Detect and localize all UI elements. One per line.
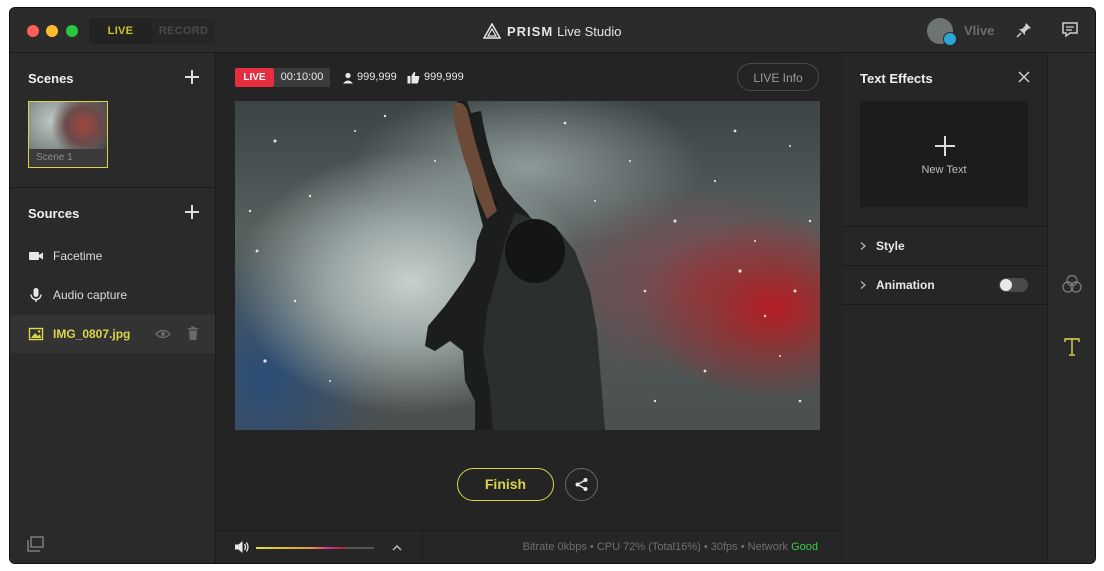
text-effects-title: Text Effects <box>860 71 933 86</box>
stream-stats: Bitrate 0kbps • CPU 72% (Total16%) • 30f… <box>523 541 818 553</box>
source-item-audio-capture[interactable]: Audio capture <box>10 276 215 314</box>
new-text-label: New Text <box>921 164 967 176</box>
volume-slider[interactable] <box>256 547 374 549</box>
separator: • <box>589 541 594 553</box>
tool-rail <box>1047 53 1095 563</box>
scenes-title: Scenes <box>28 71 74 86</box>
trash-icon[interactable] <box>187 326 199 341</box>
chevron-right-icon <box>860 242 866 250</box>
app-name: Live Studio <box>557 23 622 39</box>
minimize-window-button[interactable] <box>46 25 58 37</box>
image-icon <box>28 327 44 341</box>
separator: • <box>740 541 745 553</box>
viewer-count: 999,999 <box>357 71 397 83</box>
fps-stat: 30fps <box>710 541 738 553</box>
record-mode-tab[interactable]: RECORD <box>152 18 215 44</box>
live-preview-image <box>235 101 820 430</box>
app-window: LIVE RECORD PRISM Live Studio Vlive Scen… <box>10 8 1095 563</box>
close-icon[interactable] <box>1018 71 1030 83</box>
add-scene-button[interactable] <box>185 70 199 84</box>
multiview-icon[interactable] <box>27 536 44 552</box>
live-badge: LIVE <box>235 68 274 87</box>
cpu-stat: CPU 72% (Total16%) <box>596 541 701 553</box>
preview-area: LIVE 00:10:00 999,999 999,999 LIVE Info <box>216 53 840 563</box>
left-panel: Scenes Scene 1 Sources Facetime Audio ca… <box>10 53 216 563</box>
scene-label: Scene 1 <box>29 149 107 167</box>
user-name[interactable]: Vlive <box>964 23 994 38</box>
animation-section[interactable]: Animation <box>842 265 1047 305</box>
like-icon <box>407 71 420 84</box>
eye-icon[interactable] <box>155 327 171 341</box>
text-effects-panel: Text Effects New Text Style Animation <box>841 53 1047 563</box>
network-status: Good <box>791 541 818 553</box>
status-bar: Bitrate 0kbps • CPU 72% (Total16%) • 30f… <box>216 530 840 563</box>
scene-preview-image <box>29 102 107 149</box>
bitrate-stat: Bitrate 0kbps <box>522 541 587 553</box>
style-section[interactable]: Style <box>842 226 1047 265</box>
source-item-image[interactable]: IMG_0807.jpg <box>10 315 215 353</box>
prism-logo-icon <box>483 23 501 39</box>
source-item-facetime[interactable]: Facetime <box>10 237 215 275</box>
add-source-button[interactable] <box>185 205 199 219</box>
text-tool-icon[interactable] <box>1064 338 1080 356</box>
section-label: Animation <box>876 278 935 292</box>
separator: • <box>703 541 708 553</box>
source-label: IMG_0807.jpg <box>53 327 131 341</box>
volume-level <box>256 547 346 549</box>
title-bar: LIVE RECORD PRISM Live Studio Vlive <box>10 8 1095 53</box>
animation-toggle[interactable] <box>999 278 1028 292</box>
scene-thumbnail[interactable]: Scene 1 <box>28 101 108 168</box>
new-text-button[interactable]: New Text <box>860 101 1028 207</box>
toggle-knob <box>1000 279 1012 291</box>
pin-icon[interactable] <box>1015 21 1033 39</box>
live-info-button[interactable]: LIVE Info <box>737 63 819 91</box>
source-label: Audio capture <box>53 288 128 302</box>
camera-icon <box>29 252 43 260</box>
section-label: Style <box>876 239 905 253</box>
network-label: Network <box>747 541 789 553</box>
elapsed-time: 00:10:00 <box>274 68 330 87</box>
finish-button[interactable]: Finish <box>457 468 554 501</box>
plus-icon <box>935 136 955 156</box>
zoom-window-button[interactable] <box>66 25 78 37</box>
app-title: PRISM Live Studio <box>483 22 622 40</box>
chevron-up-icon[interactable] <box>390 541 404 555</box>
mode-switch: LIVE RECORD <box>89 18 215 44</box>
source-label: Facetime <box>53 249 103 263</box>
viewers-icon <box>343 72 353 84</box>
concert-performer-image <box>248 101 812 430</box>
sources-title: Sources <box>28 206 80 221</box>
volume-icon[interactable] <box>234 539 250 555</box>
chevron-right-icon <box>860 281 866 289</box>
microphone-icon <box>30 288 42 302</box>
app-brand: PRISM <box>507 23 554 39</box>
account-badge-icon <box>943 32 957 46</box>
close-window-button[interactable] <box>27 25 39 37</box>
divider <box>10 187 215 188</box>
divider <box>422 531 423 563</box>
live-mode-tab[interactable]: LIVE <box>89 18 152 44</box>
share-icon <box>575 478 588 491</box>
share-button[interactable] <box>565 468 598 501</box>
like-count: 999,999 <box>424 71 464 83</box>
chat-icon[interactable] <box>1061 21 1079 39</box>
color-filter-icon[interactable] <box>1061 274 1083 294</box>
